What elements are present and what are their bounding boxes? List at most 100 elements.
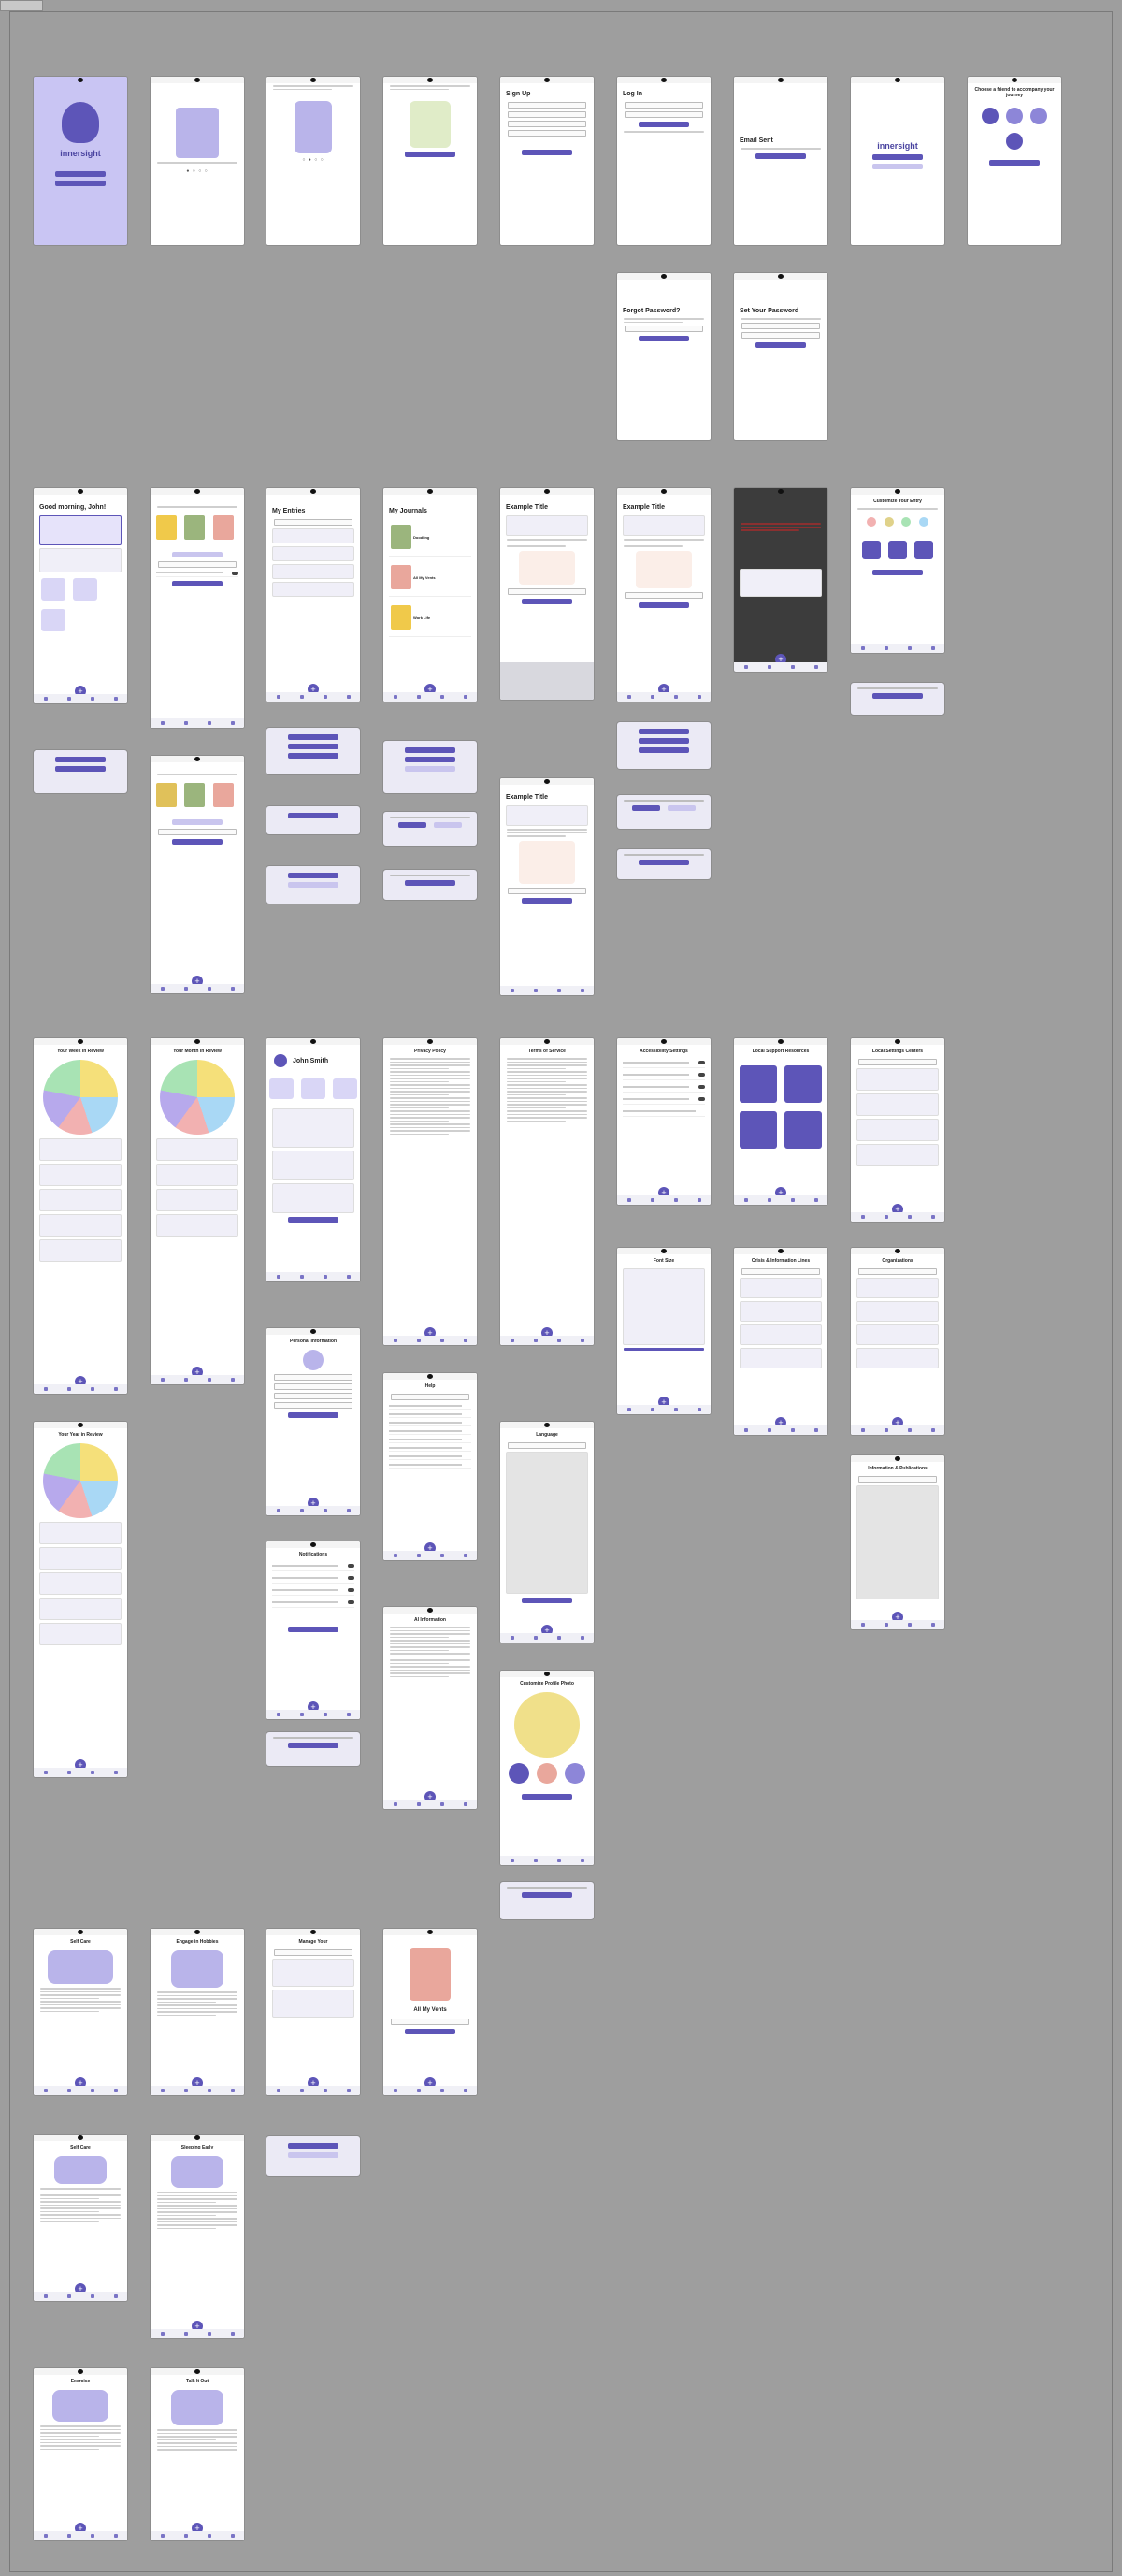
organization-card[interactable] (856, 1324, 939, 1345)
log-in-button[interactable] (55, 181, 106, 186)
recommendation[interactable] (39, 1239, 122, 1262)
last-name-field[interactable] (274, 1383, 352, 1390)
notification-toggle[interactable] (348, 1600, 354, 1604)
view-insights-button[interactable] (288, 734, 338, 740)
customize-journal-button[interactable] (405, 757, 455, 762)
customize-entry-button[interactable] (288, 744, 338, 749)
search-input[interactable] (508, 1442, 586, 1449)
recommendation[interactable] (39, 1189, 122, 1211)
center-card[interactable] (856, 1119, 939, 1141)
sign-up-button[interactable] (522, 150, 572, 155)
cover-option[interactable] (212, 514, 234, 540)
journal-filter-group[interactable] (272, 1990, 354, 2018)
selected-avatar[interactable] (514, 1692, 580, 1758)
journal-cover[interactable] (391, 605, 411, 630)
delete-entry-button[interactable] (639, 747, 689, 753)
friend-avatar-icon[interactable] (981, 108, 999, 124)
journal-select[interactable] (508, 887, 586, 894)
center-card[interactable] (856, 1093, 939, 1116)
save-changes-button[interactable] (288, 1412, 338, 1418)
identified-entry[interactable] (39, 1547, 122, 1570)
highlight-color-swatch[interactable] (884, 516, 894, 527)
journal-select[interactable] (625, 591, 703, 599)
upload-cover-button[interactable] (172, 818, 223, 825)
name-field[interactable] (508, 130, 586, 137)
no-button[interactable] (434, 821, 462, 828)
organization-card[interactable] (856, 1348, 939, 1368)
go-to-entries-button[interactable] (639, 859, 689, 865)
search-input[interactable] (274, 1949, 352, 1956)
search-input[interactable] (274, 519, 352, 526)
go-back-button[interactable] (872, 692, 923, 699)
crisis-line-card[interactable] (740, 1348, 822, 1368)
notification-toggle[interactable] (348, 1576, 354, 1580)
upload-cover-button[interactable] (172, 551, 223, 557)
recommendation[interactable] (39, 1214, 122, 1237)
crisis-line-card[interactable] (740, 1301, 822, 1322)
view-insights-button[interactable] (288, 873, 338, 878)
cover-option[interactable] (184, 514, 206, 540)
doodle-icon[interactable] (636, 550, 692, 588)
prompt-box[interactable] (506, 515, 588, 536)
prompt-box[interactable] (623, 515, 705, 536)
password-field[interactable] (508, 111, 586, 118)
log-out-button[interactable] (288, 1217, 338, 1223)
recommended-tile[interactable] (73, 578, 98, 601)
highlight-color-swatch[interactable] (901, 516, 912, 527)
reset-password-button[interactable] (755, 341, 806, 348)
sign-out-button[interactable] (288, 1742, 338, 1748)
identified-entry[interactable] (156, 1164, 238, 1186)
add-tag-button[interactable] (288, 2143, 338, 2149)
cover-option[interactable] (184, 782, 206, 807)
journal-password-field[interactable] (391, 2019, 469, 2025)
journal-icon[interactable] (66, 697, 71, 701)
email-field[interactable] (625, 326, 703, 332)
recommended-tile[interactable] (41, 578, 65, 601)
unlock-button[interactable] (405, 2029, 455, 2034)
customize-entry-button[interactable] (639, 729, 689, 734)
insight-bubble[interactable] (740, 568, 822, 597)
view-insights-button[interactable] (639, 601, 689, 608)
sign-up-button[interactable] (872, 164, 923, 169)
go-back-button[interactable] (522, 1891, 572, 1898)
log-in-button[interactable] (872, 154, 923, 160)
go-to-journals-button[interactable] (405, 879, 455, 886)
doodle-icon[interactable] (519, 840, 575, 884)
email-field[interactable] (274, 1393, 352, 1399)
delete-entry-button[interactable] (288, 753, 338, 759)
yes-button[interactable] (632, 804, 660, 811)
organization-card[interactable] (856, 1301, 939, 1322)
font-option[interactable] (888, 540, 907, 559)
font-size-slider[interactable] (624, 1348, 704, 1351)
journal-name-field[interactable] (158, 828, 237, 835)
language-list[interactable] (506, 1452, 588, 1594)
cover-option[interactable] (212, 782, 234, 807)
create-journal-button[interactable] (172, 580, 223, 586)
pager-dots[interactable]: ○ ● ○ ○ (266, 157, 360, 163)
publication-list[interactable] (856, 1485, 939, 1599)
friend-avatar-icon[interactable] (1006, 108, 1023, 124)
continue-button[interactable] (405, 152, 455, 157)
journal-cover[interactable] (391, 565, 411, 589)
identified-entry[interactable] (39, 1522, 122, 1544)
notification-toggle[interactable] (348, 1564, 354, 1568)
recommendation[interactable] (156, 1189, 238, 1211)
email-field[interactable] (625, 102, 703, 109)
recommendation[interactable] (156, 1214, 238, 1237)
save-changes-button[interactable] (288, 1627, 338, 1632)
crisis-line-card[interactable] (740, 1278, 822, 1298)
search-input[interactable] (858, 1059, 937, 1065)
confirm-password-field[interactable] (741, 331, 820, 339)
recommended-tile[interactable] (41, 609, 65, 631)
profile-icon[interactable] (113, 697, 118, 701)
home-icon[interactable] (43, 697, 48, 701)
accessibility-toggle[interactable] (698, 1097, 705, 1101)
entry-card[interactable] (272, 564, 354, 579)
accessibility-toggle[interactable] (698, 1073, 705, 1077)
send-reset-button[interactable] (639, 336, 689, 341)
create-tag-button[interactable] (288, 2152, 338, 2158)
journal-cover[interactable] (391, 525, 411, 549)
search-input[interactable] (391, 1394, 469, 1400)
resource-tile[interactable] (739, 1111, 777, 1149)
avatar[interactable] (274, 1054, 287, 1067)
